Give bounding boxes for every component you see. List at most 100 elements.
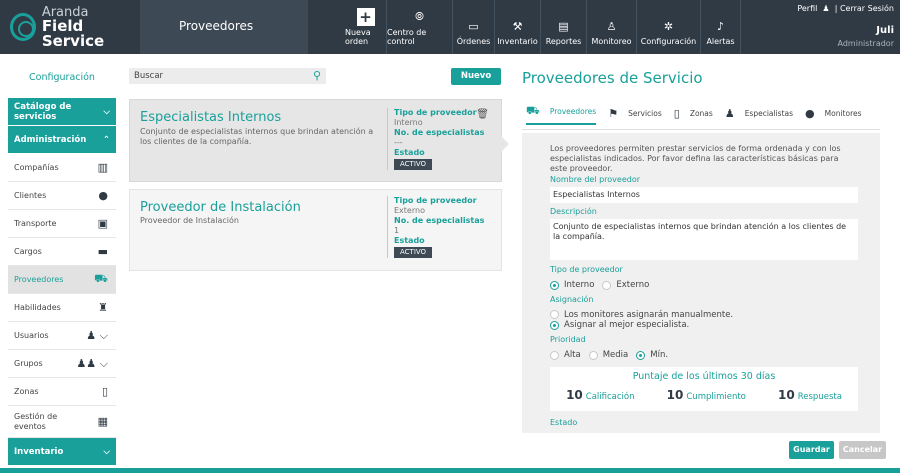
trash-icon[interactable]: 🗑 [476,109,489,120]
radio-medium[interactable]: Media [588,349,629,361]
card-description: Proveedor de Instalación [140,216,239,225]
chevron-up-icon: ⌃ [102,134,110,145]
user-icon: ● [805,107,815,120]
sidebar-item-clients[interactable]: Clientes ● [8,182,116,210]
description-label: Descripción [550,207,597,216]
nav-label: Inventario [497,37,538,46]
provider-card[interactable]: Especialistas Internos Conjunto de espec… [129,99,509,182]
sidebar-item-providers[interactable]: Proveedores ⛟ [8,266,116,294]
type-label: Tipo de proveedor [394,108,477,117]
radio-min[interactable]: Mín. [636,350,668,361]
radio-external[interactable]: Externo [602,280,649,291]
sidebar-item-events[interactable]: Gestión de eventos ▦ [8,406,116,438]
nav-label: Alertas [706,37,735,46]
form-intro: Los proveedores permiten prestar servici… [550,144,841,173]
score-label: Respuesta [797,392,842,403]
map-icon: ▯ [101,385,108,398]
aranda-logo-icon [10,13,36,41]
sidebar-item-label: Transporte [14,219,57,228]
selection-arrow [501,136,509,152]
cancel-button[interactable]: Cancelar [839,441,886,459]
tab-providers[interactable]: ⛟ Proveedores [526,104,597,125]
radio-label: Mín. [650,349,669,360]
radio-manual[interactable]: Los monitores asignarán manualmente. [550,310,733,321]
count-label: No. de especialistas [394,128,485,137]
type-value: Externo [394,206,425,215]
radio-dot [550,350,559,360]
search-icon[interactable]: ⚲ [313,69,321,82]
sidebar-item-users[interactable]: Usuarios ♟ ⌵ [8,322,116,350]
section-inventory[interactable]: Inventario ⌵ [8,438,116,466]
brand-logo[interactable]: Aranda Field Service [0,0,140,54]
sidebar-item-groups[interactable]: Grupos ♟♟ ⌵ [8,350,116,378]
nav-control-center[interactable]: ⦾ Centro de control [387,0,453,54]
type-value: Interno [394,118,423,127]
nav-alerts[interactable]: ♪ Alertas [701,0,741,54]
radio-best-specialist[interactable]: Asignar al mejor especialista. [550,320,689,331]
monitoring-icon: ♙ [606,20,617,33]
new-button[interactable]: Nuevo [451,68,501,85]
priority-options: Alta Media Mín. [550,350,858,361]
sidebar-item-zones[interactable]: Zonas ▯ [8,378,116,406]
sidebar-item-skills[interactable]: Habilidades ♜ [8,294,116,322]
nav-new-order[interactable]: + Nueva orden [345,0,387,54]
nav-configuration[interactable]: ✲ Configuración [637,0,701,54]
radio-high[interactable]: Alta [550,350,581,361]
provider-card[interactable]: Proveedor de Instalación Proveedor de In… [129,189,502,271]
score-label: Cumplimiento [686,392,746,403]
radio-dot [588,350,598,360]
score-compliance: 10 Cumplimiento [667,388,746,403]
nav-label: Configuración [640,37,697,46]
radio-dot [602,280,612,290]
radio-label: Interno [564,280,595,290]
section-label: Inventario [14,446,64,457]
tab-specialists[interactable]: ♟ Especialistas [725,107,793,122]
radio-label: Media [602,349,629,360]
inventory-icon: ⚒ [512,20,523,33]
profile-icon: ♟ [819,4,833,13]
card-title: Especialistas Internos [140,110,282,125]
sidebar-header[interactable]: Configuración [8,54,116,98]
user-role: Administrador [837,39,894,48]
map-icon: ▯ [673,107,680,120]
tab-zones[interactable]: ▯ Zonas [674,107,713,122]
plus-icon: + [356,8,375,26]
name-field[interactable]: Especialistas Internos [550,187,858,203]
tab-label: Proveedores [549,107,597,116]
assignment-options: Los monitores asignarán manualmente. Asi… [550,310,858,331]
nav-inventory[interactable]: ⚒ Inventario [495,0,541,54]
nav-monitoring[interactable]: ♙ Monitoreo [587,0,637,54]
section-administration[interactable]: Administración ⌃ [8,126,116,154]
description-field[interactable]: Conjunto de especialistas internos que b… [550,219,858,260]
profile-link[interactable]: Perfil [797,4,817,13]
search-input[interactable]: Buscar ⚲ [129,68,326,84]
sidebar-item-companies[interactable]: Compañías ▥ [8,154,116,182]
sidebar-item-charges[interactable]: Cargos ▬ [8,238,116,266]
section-label: Catálogo de servicios [14,101,72,122]
card-meta: Tipo de proveedor Interno No. de especia… [387,108,484,170]
nav-label: Nueva orden [345,28,371,46]
sidebar-item-label: Proveedores [14,275,64,284]
nav-reports[interactable]: ▤ Reportes [541,0,587,54]
radio-internal[interactable]: Interno [550,280,594,291]
tab-services[interactable]: ⚑ Servicios [608,107,662,122]
nav-label: Reportes [545,37,582,46]
section-catalog[interactable]: Catálogo de servicios ⌵ [8,98,116,126]
cart-icon: ⛟ [526,104,540,117]
type-options: Interno Externo [550,280,858,291]
nav-orders[interactable]: ▭ Órdenes [453,0,495,54]
top-bar: Aranda Field Service Proveedores + Nueva… [0,0,900,54]
nav-label: Monitoreo [591,37,632,46]
chevron-down-icon: ⌵ [103,446,110,457]
user-icon: ● [98,189,108,202]
state-label: Estado [394,148,425,157]
save-button[interactable]: Guardar [789,441,834,459]
sidebar-item-transport[interactable]: Transporte ▣ [8,210,116,238]
main-nav: + Nueva orden ⦾ Centro de control ▭ Órde… [345,0,741,54]
card-title: Proveedor de Instalación [140,200,301,215]
tab-monitors[interactable]: ● Monitores [805,107,861,122]
logout-link[interactable]: Cerrar Sesión [840,4,894,13]
provider-form: Los proveedores permiten prestar servici… [522,133,880,433]
score-label: Calificación [585,392,635,403]
sidebar-item-label: Zonas [14,387,39,396]
